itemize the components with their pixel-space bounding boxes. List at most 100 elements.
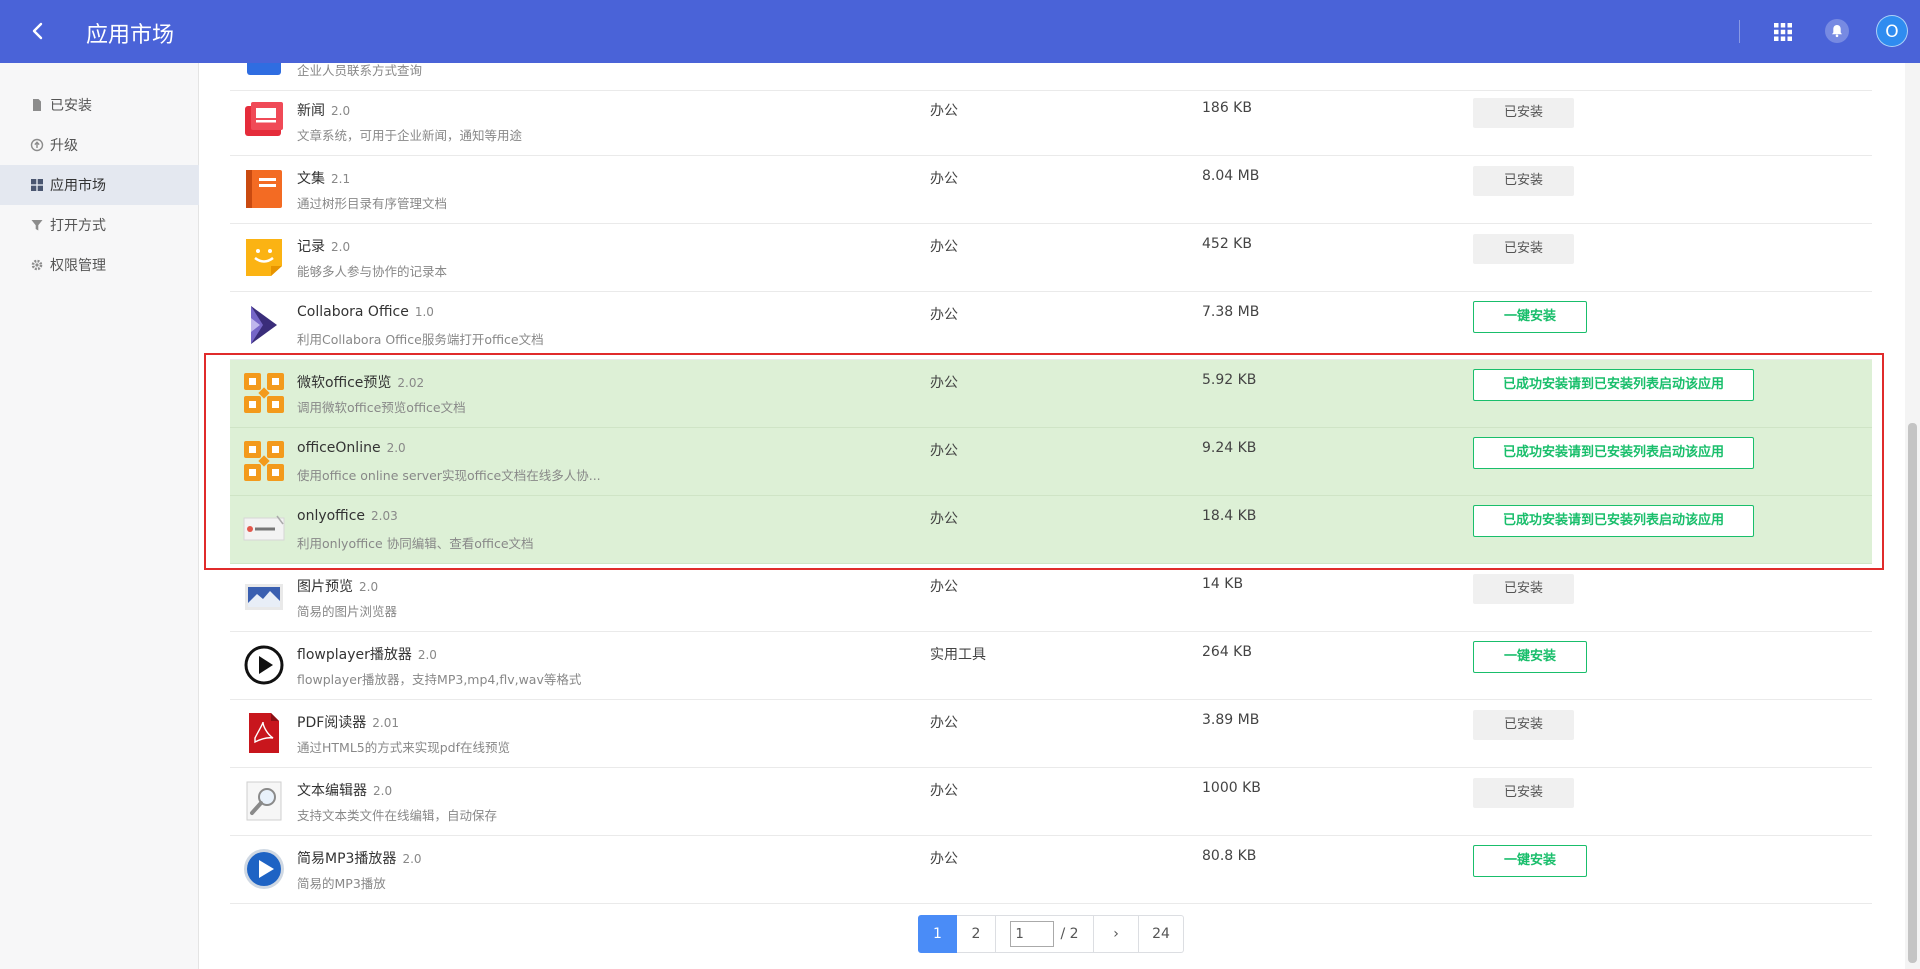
one-click-install-button[interactable]: 一键安装: [1473, 845, 1587, 877]
user-avatar[interactable]: O: [1876, 15, 1908, 47]
one-click-install-button[interactable]: 一键安装: [1473, 641, 1587, 673]
app-description: 利用onlyoffice 协同编辑、查看office文档: [297, 536, 534, 551]
app-category: 办公: [930, 851, 958, 867]
app-category: 办公: [930, 307, 958, 323]
app-category: 办公: [930, 103, 958, 119]
app-size: 18.4 KB: [1202, 508, 1257, 524]
app-category: 办公: [930, 171, 958, 187]
contacts-icon: [247, 63, 281, 75]
page-size-button[interactable]: 24: [1139, 915, 1184, 953]
table-row: 记录 2.0 能够多人参与协作的记录本 办公 452 KB 已安装: [230, 224, 1872, 292]
notification-button[interactable]: [1825, 19, 1849, 43]
sidebar-item-permissions[interactable]: 权限管理: [0, 245, 199, 285]
table-row: PDF阅读器 2.01 通过HTML5的方式来实现pdf在线预览 办公 3.89 …: [230, 700, 1872, 768]
app-name: 记录 2.0: [297, 239, 351, 255]
table-row: onlyoffice 2.03 利用onlyoffice 协同编辑、查看offic…: [230, 496, 1872, 564]
app-name: 微软office预览 2.02: [297, 375, 425, 391]
app-name: 文本编辑器 2.0: [297, 783, 393, 799]
app-category: 实用工具: [930, 647, 986, 663]
table-row: 微软office预览 2.02 调用微软office预览office文档 办公 5…: [230, 360, 1872, 428]
app-description: 能够多人参与协作的记录本: [297, 264, 448, 279]
app-category: 办公: [930, 715, 958, 731]
app-size: 80.8 KB: [1202, 848, 1257, 864]
app-description: 支持文本类文件在线编辑，自动保存: [297, 808, 498, 823]
app-size: 3.89 MB: [1202, 712, 1260, 728]
app-size: 452 KB: [1202, 236, 1252, 252]
grid-icon: [31, 179, 43, 191]
page-total-label: / 2: [1060, 926, 1079, 942]
smiley-note-icon: [246, 239, 282, 276]
installed-success-button[interactable]: 已成功安装请到已安装列表启动该应用: [1473, 505, 1754, 537]
bell-icon: [1832, 25, 1842, 38]
page-button-next-number[interactable]: 2: [957, 915, 996, 953]
installed-success-button[interactable]: 已成功安装请到已安装列表启动该应用: [1473, 369, 1754, 401]
installed-badge: 已安装: [1473, 710, 1574, 740]
installed-badge: 已安装: [1473, 166, 1574, 196]
app-category: 办公: [930, 375, 958, 391]
app-description: 调用微软office预览office文档: [297, 400, 466, 415]
app-description: 使用office online server实现office文档在线多人协...: [297, 468, 601, 483]
page-jump-input[interactable]: [1010, 921, 1055, 947]
app-category: 办公: [930, 511, 958, 527]
app-category: 办公: [930, 239, 958, 255]
page-button-current[interactable]: 1: [918, 915, 957, 953]
app-size: 9.24 KB: [1202, 440, 1257, 456]
installed-badge: 已安装: [1473, 574, 1574, 604]
filter-icon: [31, 220, 43, 231]
app-description: 企业人员联系方式查询: [297, 63, 423, 78]
installed-success-button[interactable]: 已成功安装请到已安装列表启动该应用: [1473, 437, 1754, 469]
app-name: PDF阅读器 2.01: [297, 715, 399, 731]
ms-office-icon: [244, 373, 284, 413]
image-preview-icon: [245, 584, 283, 610]
gear-icon: [31, 259, 43, 271]
app-category: 办公: [930, 783, 958, 799]
apps-grid-icon[interactable]: [1772, 21, 1794, 43]
table-row: 新闻 2.0 文章系统，可用于企业新闻，通知等用途 办公 186 KB 已安装: [230, 88, 1872, 156]
installed-badge: 已安装: [1473, 98, 1574, 128]
file-icon: [33, 99, 41, 111]
sidebar-item-label: 权限管理: [50, 258, 106, 274]
scrollbar[interactable]: [1905, 63, 1920, 969]
app-name: 简易MP3播放器 2.0: [297, 851, 422, 867]
installed-badge: 已安装: [1473, 234, 1574, 264]
table-row: 简易MP3播放器 2.0 简易的MP3播放 办公 80.8 KB 一键安装: [230, 836, 1872, 904]
sidebar-item-installed[interactable]: 已安装: [0, 85, 199, 125]
app-description: 通过树形目录有序管理文档: [297, 196, 448, 211]
app-name: Collabora Office 1.0: [297, 304, 434, 320]
app-name: 图片预览 2.0: [297, 579, 379, 595]
installed-badge: 已安装: [1473, 778, 1574, 808]
app-size: 186 KB: [1202, 100, 1252, 116]
app-size: 1000 KB: [1202, 780, 1261, 796]
one-click-install-button[interactable]: 一键安装: [1473, 301, 1587, 333]
table-row: 文本编辑器 2.0 支持文本类文件在线编辑，自动保存 办公 1000 KB 已安装: [230, 768, 1872, 836]
app-name: 新闻 2.0: [297, 103, 351, 119]
pdf-icon: [249, 713, 279, 753]
news-icon: [245, 102, 283, 136]
app-name: flowplayer播放器 2.0: [297, 647, 437, 663]
app-description: 简易的图片浏览器: [297, 604, 398, 619]
notebook-icon: [246, 170, 282, 208]
sidebar-item-app-market[interactable]: 应用市场: [0, 165, 199, 205]
scrollbar-thumb[interactable]: [1908, 423, 1917, 963]
app-size: 5.92 KB: [1202, 372, 1257, 388]
sidebar-item-upgrade[interactable]: 升级: [0, 125, 199, 165]
back-arrow-icon[interactable]: [26, 19, 50, 43]
app-description: 简易的MP3播放: [297, 876, 386, 891]
table-row: flowplayer播放器 2.0 flowplayer播放器，支持MP3,mp4…: [230, 632, 1872, 700]
upgrade-circle-icon: [30, 138, 44, 152]
app-description: 通过HTML5的方式来实现pdf在线预览: [297, 740, 511, 755]
top-header: 应用市场 O: [0, 0, 1920, 63]
page-title: 应用市场: [86, 23, 175, 48]
next-page-button[interactable]: ›: [1094, 915, 1139, 953]
app-size: 8.04 MB: [1202, 168, 1260, 184]
sidebar-item-label: 已安装: [50, 98, 92, 114]
sidebar-item-open-with[interactable]: 打开方式: [0, 205, 199, 245]
app-description: flowplayer播放器，支持MP3,mp4,flv,wav等格式: [297, 672, 582, 687]
mp3-play-icon: [244, 849, 284, 889]
magnifier-doc-icon: [246, 781, 282, 821]
app-size: 264 KB: [1202, 644, 1252, 660]
table-row: officeOnline 2.0 使用office online server实现…: [230, 428, 1872, 496]
sidebar-item-label: 应用市场: [50, 178, 106, 194]
app-list: 企业人员联系方式查询 新闻 2.0 文章系统，可用于企业新闻，通知等用途 办公 1…: [200, 63, 1905, 969]
app-category: 办公: [930, 443, 958, 459]
